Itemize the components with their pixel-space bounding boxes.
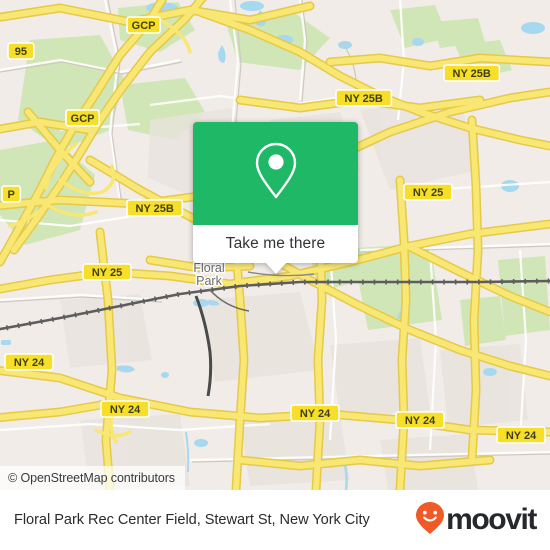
road-shield-label: GCP — [71, 113, 95, 125]
place-label-line2: Park — [196, 274, 222, 288]
road-shield-label: 95 — [15, 46, 27, 58]
road-shield-label: NY 24 — [110, 404, 141, 416]
road-shield: GCP — [65, 109, 101, 127]
road-shield-label: NY 24 — [14, 357, 45, 369]
road-shield: NY 24 — [4, 353, 54, 371]
road-shield: NY 24 — [100, 400, 150, 418]
road-shield-label: NY 24 — [506, 430, 537, 442]
road-shield: NY 24 — [496, 426, 546, 444]
road-shield-label: NY 24 — [405, 415, 436, 427]
road-shield: NY 25 — [82, 263, 132, 281]
road-shield: NY 24 — [395, 411, 445, 429]
take-me-there-callout[interactable]: Take me there — [193, 122, 358, 274]
osm-attribution[interactable]: © OpenStreetMap contributors — [0, 466, 185, 490]
road-shield-label: NY 25B — [136, 203, 174, 215]
road-shield-label: NY 25 — [92, 267, 122, 279]
callout-tail — [264, 262, 287, 274]
take-me-there-label: Take me there — [225, 235, 326, 252]
moovit-logo[interactable]: moovit — [415, 501, 537, 540]
road-shield: NY 25B — [335, 89, 393, 107]
road-shield: NY 25 — [403, 183, 453, 201]
callout-icon-area — [193, 122, 358, 225]
road-shield: P — [1, 185, 22, 203]
road-shield-label: NY 25B — [345, 93, 383, 105]
road-shield-label: P — [8, 189, 15, 201]
road-shield-label: GCP — [132, 20, 156, 32]
place-label-floral-park: Floral Park — [192, 260, 226, 290]
moovit-wordmark: moovit — [446, 503, 537, 536]
moovit-pin-icon — [415, 501, 445, 540]
map-pin-icon — [253, 141, 299, 206]
map-screenshot: Floral Park 95 GCP GCP P NY 25B NY 25B NY 25B N… — [0, 0, 550, 550]
road-shield-label: NY 25B — [453, 68, 491, 80]
road-shield: NY 24 — [290, 404, 340, 422]
road-shield-label: NY 25 — [413, 187, 443, 199]
place-label-line1: Floral — [193, 261, 224, 275]
road-shield: 95 — [7, 42, 35, 60]
callout-label-area[interactable]: Take me there — [193, 225, 358, 274]
footer-bar: Floral Park Rec Center Field, Stewart St… — [0, 490, 550, 550]
osm-attribution-text: © OpenStreetMap contributors — [8, 471, 175, 485]
road-shield: GCP — [126, 16, 162, 34]
road-shield: NY 25B — [443, 64, 501, 82]
road-shield-label: NY 24 — [300, 408, 331, 420]
road-shield: NY 25B — [126, 199, 184, 217]
location-title: Floral Park Rec Center Field, Stewart St… — [14, 512, 370, 528]
